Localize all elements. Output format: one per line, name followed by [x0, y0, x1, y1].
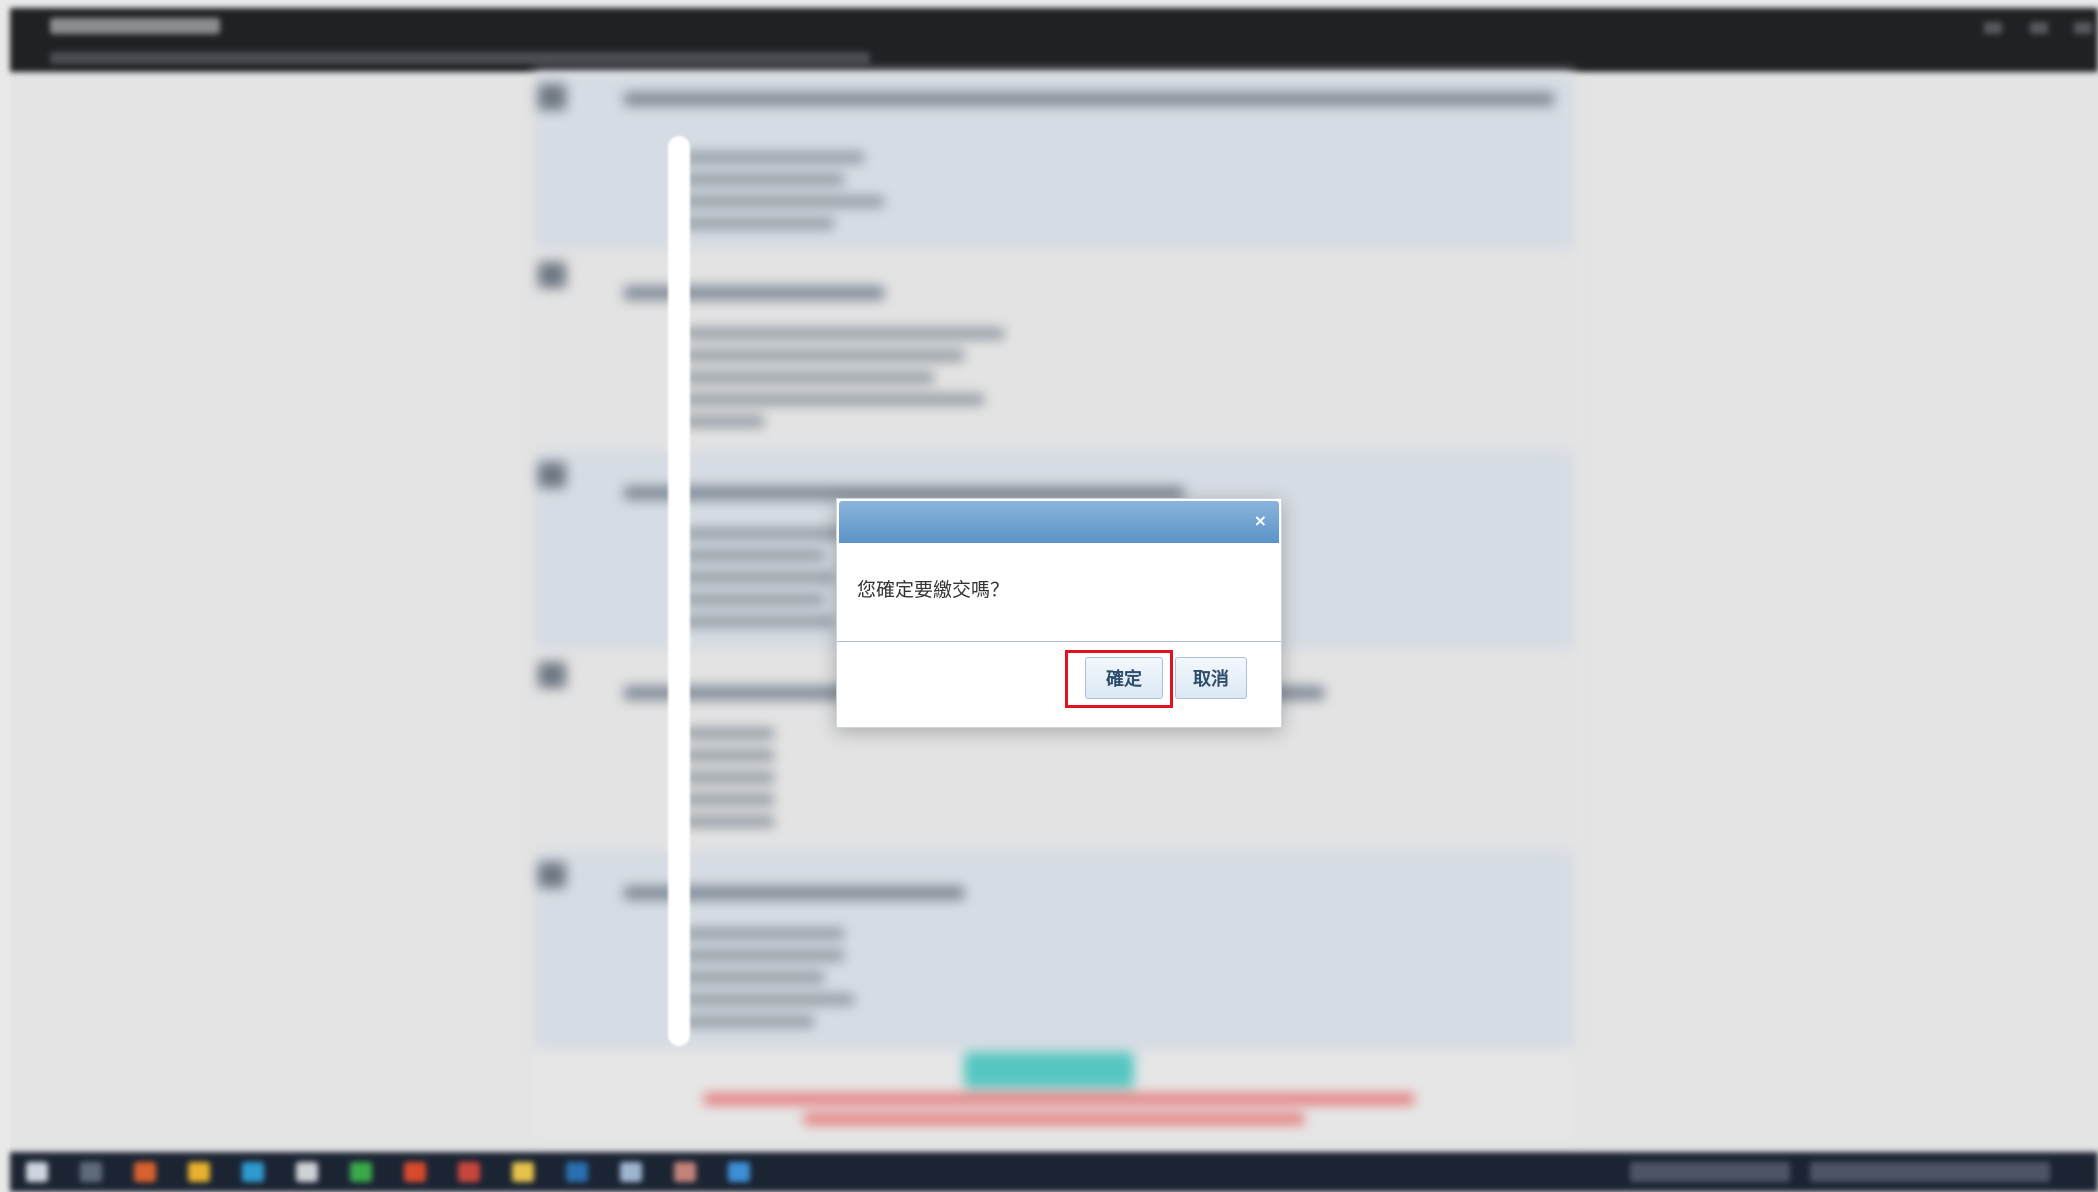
app-icon[interactable]	[296, 1162, 318, 1182]
submit-exam-button[interactable]	[964, 1052, 1134, 1088]
app-icon[interactable]	[458, 1162, 480, 1182]
maximize-icon[interactable]	[2030, 22, 2048, 34]
start-icon[interactable]	[26, 1162, 48, 1182]
chrome-icon[interactable]	[188, 1162, 210, 1182]
warning-text	[704, 1094, 1414, 1104]
question-block	[534, 250, 1574, 450]
app-icon[interactable]	[404, 1162, 426, 1182]
dialog-divider	[837, 641, 1281, 642]
minimize-icon[interactable]	[1984, 22, 2002, 34]
folder-icon[interactable]	[512, 1162, 534, 1182]
app-icon[interactable]	[134, 1162, 156, 1182]
scrollbar[interactable]	[668, 136, 690, 1046]
close-icon[interactable]: ×	[1254, 512, 1267, 530]
question-block	[534, 72, 1574, 250]
warning-text	[804, 1114, 1304, 1124]
close-window-icon[interactable]	[2074, 22, 2092, 34]
dialog-titlebar: ×	[839, 501, 1279, 543]
window-title	[50, 18, 220, 34]
browser-chrome	[10, 8, 2098, 72]
app-icon[interactable]	[728, 1162, 750, 1182]
address-bar[interactable]	[50, 52, 870, 64]
search-icon[interactable]	[80, 1162, 102, 1182]
app-icon[interactable]	[620, 1162, 642, 1182]
app-icon[interactable]	[566, 1162, 588, 1182]
cancel-button[interactable]: 取消	[1175, 657, 1247, 699]
dialog-message: 您確定要繳交嗎？	[857, 579, 1010, 601]
edge-icon[interactable]	[242, 1162, 264, 1182]
question-block	[534, 850, 1574, 1050]
confirm-dialog: × 您確定要繳交嗎？ 確定 取消	[836, 498, 1282, 728]
system-tray[interactable]	[1630, 1162, 1790, 1182]
highlight-box	[1065, 650, 1173, 708]
app-icon[interactable]	[674, 1162, 696, 1182]
system-tray[interactable]	[1810, 1162, 2050, 1182]
taskbar	[10, 1152, 2098, 1192]
app-icon[interactable]	[350, 1162, 372, 1182]
